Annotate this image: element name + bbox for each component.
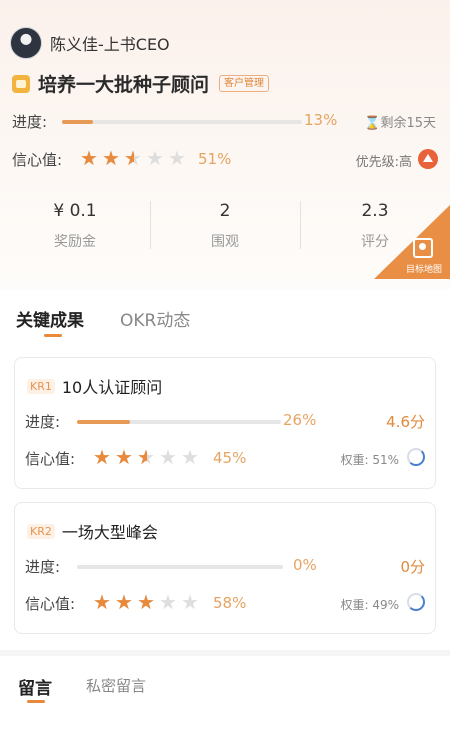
stat-watchers[interactable]: 2 围观 xyxy=(150,195,300,251)
star-icon: ★ xyxy=(146,146,164,170)
kr-weight: 权重: 49% xyxy=(340,598,399,612)
kr-title: 10人认证顾问 xyxy=(61,378,163,397)
tab-comments[interactable]: 留言 xyxy=(18,674,52,699)
content-tabs: 关键成果 OKR动态 xyxy=(0,290,450,342)
star-icon: ★ xyxy=(168,146,186,170)
progress-label: 进度: xyxy=(12,112,48,131)
owner-row[interactable]: 陈义佳-上书CEO xyxy=(10,27,170,59)
star-icon: ★ ★ xyxy=(124,146,142,170)
star-icon: ★ ★ xyxy=(80,148,102,168)
progress-label: 进度: xyxy=(25,413,61,431)
owner-name: 陈义佳-上书CEO xyxy=(50,35,170,54)
kr-confidence: 信心值: ★ ★ ★ ★ ★ ★ ★ ★ 45% 权重: 51% xyxy=(25,446,425,470)
star-icon: ★ xyxy=(159,590,177,614)
confidence-stars[interactable]: ★ ★ ★ ★ ★ ★ ★ ★ xyxy=(93,447,203,467)
stat-value: 2.3 xyxy=(361,201,389,221)
goal-map-label: 目标地图 xyxy=(405,265,442,275)
confidence-label: 信心值: xyxy=(25,595,76,613)
key-result-card[interactable]: KR1 10人认证顾问 进度: 26% 4.6分 信心值: ★ ★ ★ ★ ★ ★ ★ ★ 4… xyxy=(14,357,436,489)
kr-badge: KR2 xyxy=(27,523,55,539)
star-icon: ★ ★ xyxy=(102,148,124,168)
confidence-stars[interactable]: ★ ★ ★ ★ ★ ★ ★ ★ xyxy=(80,148,190,168)
stat-label: 奖励金 xyxy=(54,234,96,250)
star-filled-icon: ★ xyxy=(115,447,133,467)
star-icon: ★ ★ xyxy=(93,592,115,612)
map-icon xyxy=(413,238,433,258)
kr-progress: 进度: 0% 0分 xyxy=(25,555,425,577)
objective-title: 培养一大批种子顾问 xyxy=(38,74,210,96)
confidence-percent: 58% xyxy=(213,594,247,612)
category-tag[interactable]: 客户管理 xyxy=(219,75,270,92)
tab-key-results[interactable]: 关键成果 xyxy=(16,306,84,331)
kr-header: KR1 10人认证顾问 xyxy=(27,374,162,398)
star-icon: ★ xyxy=(159,445,177,469)
weight-ring-icon xyxy=(407,593,425,611)
active-tab-indicator xyxy=(44,334,62,337)
confidence-percent: 45% xyxy=(213,449,247,467)
stat-value: 2 xyxy=(219,201,231,221)
star-icon: ★ xyxy=(181,590,199,614)
star-filled-icon: ★ xyxy=(124,148,134,168)
objective-icon xyxy=(12,74,30,93)
star-filled-icon: ★ xyxy=(93,447,111,467)
progress-bar xyxy=(77,565,283,569)
stats-row: ¥ 0.1 奖励金 2 围观 2.3 评分 xyxy=(0,195,450,265)
objective-header: 陈义佳-上书CEO 培养一大批种子顾问 客户管理 进度: 13% ⌛剩余15天 … xyxy=(0,0,450,290)
tab-private-comments[interactable]: 私密留言 xyxy=(86,675,146,696)
objective-confidence: 信心值: ★ ★ ★ ★ ★ ★ ★ ★ 51% 优先级:高 xyxy=(12,147,440,171)
tab-okr-activity[interactable]: OKR动态 xyxy=(120,306,190,331)
stat-value: ¥ 0.1 xyxy=(53,201,97,221)
progress-percent: 26% xyxy=(283,411,317,429)
progress-percent: 0% xyxy=(293,556,317,574)
objective-progress: 进度: 13% ⌛剩余15天 xyxy=(12,110,440,132)
star-filled-icon: ★ xyxy=(137,447,147,467)
star-icon: ★ ★ xyxy=(137,445,155,469)
kr-badge: KR1 xyxy=(27,378,55,394)
confidence-label: 信心值: xyxy=(12,151,63,169)
confidence-stars[interactable]: ★ ★ ★ ★ ★ ★ ★ ★ xyxy=(93,592,203,612)
priority-high-icon xyxy=(418,149,438,169)
remaining-days: ⌛剩余15天 xyxy=(364,116,436,131)
kr-title: 一场大型峰会 xyxy=(61,523,158,542)
stat-reward[interactable]: ¥ 0.1 奖励金 xyxy=(0,195,150,251)
star-filled-icon: ★ xyxy=(137,592,155,612)
progress-label: 进度: xyxy=(25,558,61,576)
star-filled-icon: ★ xyxy=(80,148,98,168)
stat-label: 围观 xyxy=(211,234,239,250)
kr-weight: 权重: 51% xyxy=(340,453,399,467)
star-icon: ★ ★ xyxy=(137,592,159,612)
progress-bar xyxy=(77,420,281,424)
progress-percent: 13% xyxy=(304,111,338,129)
progress-fill xyxy=(62,120,94,124)
progress-bar xyxy=(62,120,302,124)
priority-text: 优先级:高 xyxy=(355,155,412,170)
confidence-label: 信心值: xyxy=(25,450,76,468)
comment-tabs: 留言 私密留言 xyxy=(0,656,450,716)
star-filled-icon: ★ xyxy=(115,592,133,612)
kr-header: KR2 一场大型峰会 xyxy=(27,519,158,543)
kr-confidence: 信心值: ★ ★ ★ ★ ★ ★ ★ ★ 58% 权重: 49% xyxy=(25,591,425,615)
kr-score: 4.6分 xyxy=(386,413,425,431)
kr-progress: 进度: 26% 4.6分 xyxy=(25,410,425,432)
star-filled-icon: ★ xyxy=(93,592,111,612)
active-tab-indicator xyxy=(27,700,45,703)
objective-title-row: 培养一大批种子顾问 客户管理 xyxy=(12,70,270,97)
key-result-card[interactable]: KR2 一场大型峰会 进度: 0% 0分 信心值: ★ ★ ★ ★ ★ ★ ★ ★ 58% 权… xyxy=(14,502,436,634)
star-icon: ★ ★ xyxy=(115,592,137,612)
star-icon: ★ ★ xyxy=(115,447,137,467)
hourglass-icon: ⌛ xyxy=(364,116,381,131)
progress-fill xyxy=(77,420,131,424)
star-icon: ★ xyxy=(181,445,199,469)
kr-score: 0分 xyxy=(400,558,425,576)
avatar[interactable] xyxy=(10,27,42,59)
confidence-percent: 51% xyxy=(198,150,232,168)
star-filled-icon: ★ xyxy=(102,148,120,168)
weight-ring-icon xyxy=(407,448,425,466)
star-icon: ★ ★ xyxy=(93,447,115,467)
